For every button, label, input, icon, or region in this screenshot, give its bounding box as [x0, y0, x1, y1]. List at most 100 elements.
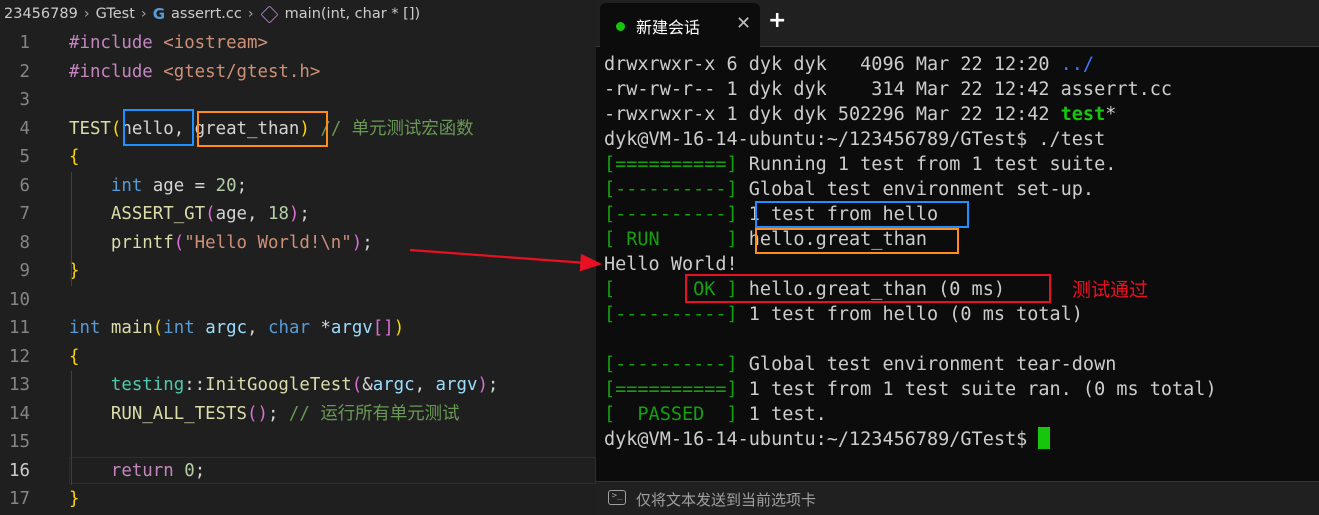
code-token: ( [173, 232, 185, 253]
cpp-file-icon: G [152, 5, 166, 23]
code-line[interactable]: 9} [0, 257, 596, 286]
terminal-status-bar: >_ 仅将文本发送到当前选项卡 [596, 481, 1319, 515]
terminal-text: 1 test. [737, 404, 827, 425]
terminal-text: Global test environment tear-down [737, 354, 1117, 375]
new-tab-button[interactable]: + [768, 8, 786, 33]
code-token: ; [236, 175, 248, 196]
status-dot-icon [616, 22, 625, 31]
terminal-text: ../ [1060, 54, 1095, 75]
code-token: ( [110, 118, 122, 139]
code-token: main [110, 318, 153, 338]
code-token: testing [110, 375, 185, 395]
terminal-text: * [1105, 104, 1117, 125]
code-text: printf("Hello World!\n"); [69, 229, 373, 258]
terminal-text: dyk@VM-16-14-ubuntu:~/123456789/GTest$ [604, 429, 1039, 450]
code-token: // 单元测试宏函数 [320, 118, 474, 139]
code-token: :: [184, 375, 206, 395]
code-token: & [362, 375, 373, 395]
terminal-line: -rwxrwxr-x 1 dyk dyk 502296 Mar 22 12:42… [604, 102, 1116, 127]
code-text: ASSERT_GT(age, 18); [69, 200, 310, 229]
code-line[interactable]: 14 RUN_ALL_TESTS(); // 运行所有单元测试 [0, 400, 596, 429]
terminal-text: test [1060, 104, 1106, 125]
code-token: printf [110, 232, 174, 253]
annot-box-ok-term [685, 274, 1051, 303]
indent-guide [71, 371, 72, 485]
terminal-prompt-icon[interactable]: >_ [608, 490, 626, 505]
code-token: #include [69, 33, 153, 53]
code-token: () [247, 403, 268, 424]
line-number: 17 [9, 489, 30, 509]
breadcrumb-folder-root[interactable]: 23456789 [4, 6, 78, 22]
code-token: return [110, 460, 174, 481]
code-line[interactable]: 1 #include <iostream> [0, 29, 596, 58]
line-number: 10 [9, 289, 30, 310]
code-line[interactable]: 13 testing::InitGoogleTest(&argc, argv); [0, 371, 596, 400]
close-icon[interactable]: ✕ [736, 13, 751, 34]
terminal-text: Running 1 test from 1 test suite. [737, 154, 1117, 175]
code-token: ( [351, 375, 363, 395]
terminal-line: [----------] Global test environment set… [604, 177, 1094, 202]
annot-box-hello-term [755, 201, 969, 228]
code-token: 20 [215, 175, 237, 196]
code-line[interactable]: 15 [0, 428, 596, 457]
terminal-text: 1 test from hello (0 ms total) [737, 304, 1083, 325]
code-token: #include [69, 61, 153, 82]
terminal-text: dyk@VM-16-14-ubuntu:~/123456789/GTest$ .… [604, 129, 1106, 150]
code-token: ; [299, 204, 310, 224]
code-line[interactable]: 12 { [0, 343, 596, 372]
code-token: argc [372, 375, 415, 395]
code-line[interactable]: 16 return 0; [0, 456, 596, 486]
terminal-line: [----------] Global test environment tea… [604, 352, 1116, 377]
line-number: 3 [19, 90, 30, 110]
line-number: 5 [19, 147, 30, 167]
code-token: } [69, 489, 80, 509]
code-token: age, [215, 204, 268, 224]
terminal-text: [ PASSED ] [604, 404, 738, 425]
code-token: ) [477, 375, 488, 395]
terminal-text: [ RUN ] [604, 229, 738, 250]
code-line[interactable]: 8 printf("Hello World!\n"); [0, 229, 596, 258]
breadcrumb-folder-gtest[interactable]: GTest [96, 6, 135, 22]
code-token: ; [362, 232, 373, 253]
code-token: [] [372, 318, 394, 338]
line-number: 14 [9, 403, 30, 424]
code-line[interactable]: 7 ASSERT_GT(age, 18); [0, 200, 596, 229]
terminal-tab[interactable]: 新建会话 ✕ [600, 3, 760, 47]
code-token: char [268, 318, 310, 338]
chevron-right-icon: › [247, 6, 254, 22]
terminal-text: [----------] [604, 304, 738, 325]
code-token: age = [142, 175, 216, 196]
code-token: { [69, 147, 80, 167]
terminal-output[interactable]: drwxrwxr-x 6 dyk dyk 4096 Mar 22 12:20 .… [596, 48, 1319, 473]
terminal-window[interactable]: 新建会话 ✕ + drwxrwxr-x 6 dyk dyk 4096 Mar 2… [596, 0, 1319, 515]
code-text: int main(int argc, char *argv[]) [69, 314, 404, 343]
line-number: 6 [19, 175, 30, 196]
code-line[interactable]: 10 [0, 286, 596, 315]
code-editor[interactable]: 23456789 › GTest › G asserrt.cc › main(i… [0, 0, 596, 515]
code-line[interactable]: 2 #include <gtest/gtest.h> [0, 58, 596, 87]
code-token: * [309, 318, 331, 338]
code-line[interactable]: 6 int age = 20; [0, 172, 596, 201]
line-number: 7 [19, 204, 30, 224]
breadcrumb-file[interactable]: asserrt.cc [171, 6, 242, 22]
code-token: ) [351, 232, 363, 253]
breadcrumb-symbol[interactable]: main(int, char * []) [285, 6, 420, 22]
code-text: #include <iostream> [69, 29, 268, 58]
code-line[interactable]: 11 int main(int argc, char *argv[]) [0, 314, 596, 343]
code-token: ; [194, 460, 206, 481]
terminal-text: drwxrwxr-x 6 dyk dyk 4096 Mar 22 12:20 [604, 54, 1061, 75]
tab-title: 新建会话 [636, 18, 701, 37]
chevron-right-icon: › [140, 6, 147, 22]
line-number: 12 [9, 346, 30, 367]
code-line[interactable]: 5{ [0, 143, 596, 172]
code-text: { [69, 143, 79, 172]
code-line[interactable]: 17} [0, 485, 596, 514]
line-number: 4 [19, 118, 30, 139]
code-token: , [247, 318, 269, 338]
